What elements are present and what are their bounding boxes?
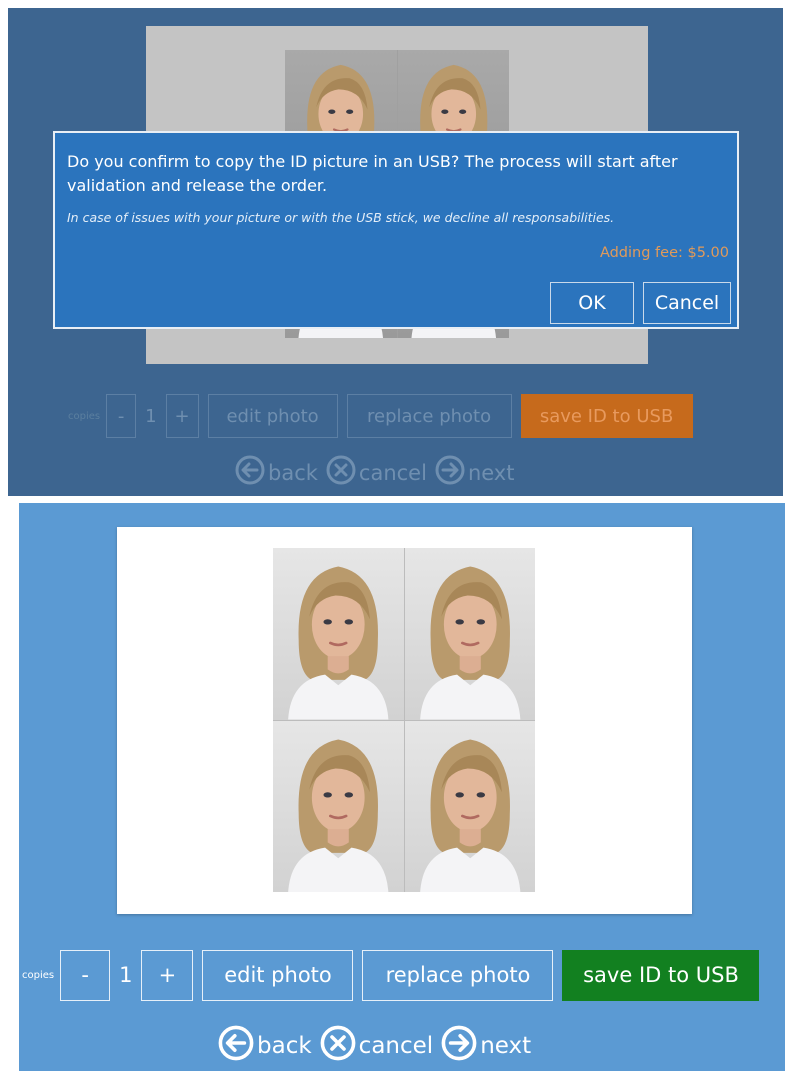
- replace-photo-button[interactable]: replace photo: [362, 949, 554, 1001]
- id-photo-grid: [273, 548, 535, 892]
- next-label: next: [467, 460, 515, 485]
- next-button[interactable]: next: [441, 1025, 531, 1067]
- photo-toolbar: copies - 1 + edit photo replace photo sa…: [22, 949, 760, 1001]
- back-button[interactable]: back: [235, 455, 318, 490]
- usb-confirm-dialog: Do you confirm to copy the ID picture in…: [53, 131, 739, 329]
- navigation-bar: back cancel next: [218, 1025, 539, 1067]
- copies-label: copies: [22, 969, 55, 981]
- decrease-copies-button[interactable]: -: [106, 394, 137, 438]
- decrease-copies-button[interactable]: -: [60, 949, 111, 1001]
- usb-confirm-screen: Do you confirm to copy the ID picture in…: [8, 8, 783, 496]
- ok-button[interactable]: OK: [550, 282, 634, 324]
- copies-label: copies: [68, 410, 101, 422]
- cancel-x-icon: [320, 1025, 356, 1067]
- id-photo: [404, 720, 535, 892]
- save-id-to-usb-button[interactable]: save ID to USB: [520, 394, 693, 438]
- cancel-nav-button[interactable]: cancel: [320, 1025, 434, 1067]
- id-photo: [273, 720, 404, 892]
- cancel-nav-button[interactable]: cancel: [326, 455, 427, 490]
- dialog-cancel-button[interactable]: Cancel: [643, 282, 731, 324]
- id-photo: [404, 548, 535, 720]
- edit-photo-button[interactable]: edit photo: [207, 394, 338, 438]
- increase-copies-button[interactable]: +: [165, 394, 199, 438]
- next-button[interactable]: next: [435, 455, 515, 490]
- back-label: back: [257, 1033, 312, 1059]
- dialog-message: Do you confirm to copy the ID picture in…: [67, 152, 678, 195]
- back-arrow-icon: [235, 455, 265, 490]
- copies-count: 1: [119, 963, 133, 987]
- navigation-bar: back cancel next: [235, 455, 522, 490]
- back-label: back: [268, 460, 318, 485]
- save-id-to-usb-button[interactable]: save ID to USB: [562, 949, 760, 1001]
- replace-photo-button[interactable]: replace photo: [346, 394, 512, 438]
- back-arrow-icon: [218, 1025, 254, 1067]
- dialog-disclaimer: In case of issues with your picture or w…: [67, 210, 615, 225]
- id-photo: [273, 548, 404, 720]
- cancel-label: cancel: [358, 460, 427, 485]
- copies-count: 1: [145, 405, 157, 427]
- dialog-fee: Adding fee: $5.00: [599, 245, 729, 261]
- next-arrow-icon: [441, 1025, 477, 1067]
- photo-preview-screen: copies - 1 + edit photo replace photo sa…: [19, 503, 785, 1071]
- cancel-x-icon: [326, 455, 356, 490]
- increase-copies-button[interactable]: +: [141, 949, 194, 1001]
- back-button[interactable]: back: [218, 1025, 312, 1067]
- edit-photo-button[interactable]: edit photo: [202, 949, 354, 1001]
- next-label: next: [480, 1033, 532, 1059]
- photo-toolbar: copies - 1 + edit photo replace photo sa…: [68, 394, 693, 438]
- cancel-label: cancel: [358, 1033, 434, 1059]
- photo-sheet-preview: [117, 527, 692, 914]
- next-arrow-icon: [435, 455, 465, 490]
